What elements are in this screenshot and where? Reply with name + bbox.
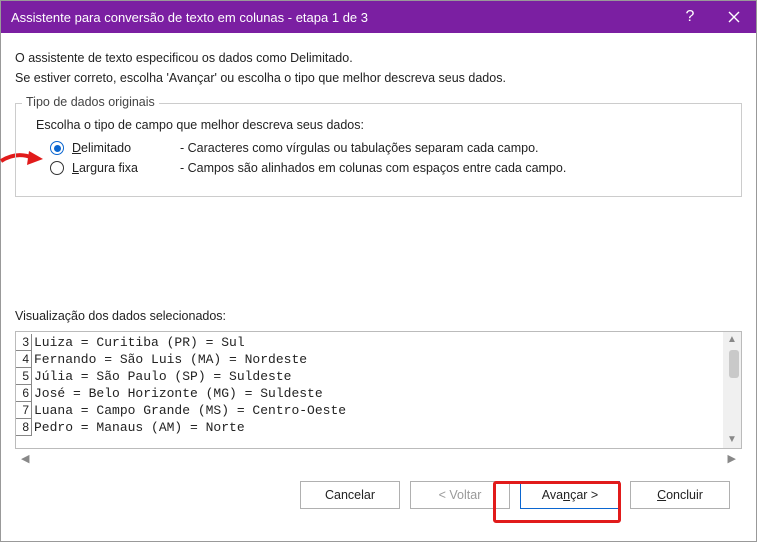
button-row: Cancelar < Voltar Avançar > Concluir xyxy=(15,467,742,509)
preview-horizontal-scrollbar[interactable]: ◀ ▶ xyxy=(15,449,742,467)
scroll-thumb[interactable] xyxy=(729,350,739,378)
group-legend: Tipo de dados originais xyxy=(22,95,159,109)
option-fixed-width-label: Largura fixa xyxy=(72,161,162,175)
preview-label: Visualização dos dados selecionados: xyxy=(15,309,742,323)
cancel-button[interactable]: Cancelar xyxy=(300,481,400,509)
intro-text-2: Se estiver correto, escolha 'Avançar' ou… xyxy=(15,71,742,85)
preview-row: 5Júlia = São Paulo (SP) = Suldeste xyxy=(16,368,723,385)
back-button[interactable]: < Voltar xyxy=(410,481,510,509)
preview-rows: 3Luiza = Curitiba (PR) = Sul 4Fernando =… xyxy=(16,332,723,448)
preview-row: 8Pedro = Manaus (AM) = Norte xyxy=(16,419,723,436)
data-type-group: Tipo de dados originais Escolha o tipo d… xyxy=(15,103,742,197)
preview-row: 6José = Belo Horizonte (MG) = Suldeste xyxy=(16,385,723,402)
choose-text: Escolha o tipo de campo que melhor descr… xyxy=(36,118,729,132)
close-icon xyxy=(728,11,740,23)
intro-text-1: O assistente de texto especificou os dad… xyxy=(15,51,742,65)
scroll-down-icon: ▼ xyxy=(727,435,737,445)
option-delimited[interactable]: Delimitado - Caracteres como vírgulas ou… xyxy=(36,138,729,158)
finish-button[interactable]: Concluir xyxy=(630,481,730,509)
scroll-left-icon: ◀ xyxy=(21,452,29,465)
radio-delimited[interactable] xyxy=(50,141,64,155)
preview-box: 3Luiza = Curitiba (PR) = Sul 4Fernando =… xyxy=(15,331,742,449)
next-button[interactable]: Avançar > xyxy=(520,481,620,509)
option-fixed-width-desc: - Campos são alinhados em colunas com es… xyxy=(170,161,566,175)
preview-row: 3Luiza = Curitiba (PR) = Sul xyxy=(16,334,723,351)
preview-row: 4Fernando = São Luis (MA) = Nordeste xyxy=(16,351,723,368)
dialog-content: O assistente de texto especificou os dad… xyxy=(1,33,756,509)
close-button[interactable] xyxy=(712,1,756,33)
option-fixed-width[interactable]: Largura fixa - Campos são alinhados em c… xyxy=(36,158,729,178)
wizard-dialog: Assistente para conversão de texto em co… xyxy=(0,0,757,542)
preview-row: 7Luana = Campo Grande (MS) = Centro-Oest… xyxy=(16,402,723,419)
help-button[interactable]: ? xyxy=(668,1,712,33)
scroll-right-icon: ▶ xyxy=(728,452,736,465)
scroll-up-icon: ▲ xyxy=(727,335,737,345)
option-delimited-label: Delimitado xyxy=(72,141,162,155)
radio-fixed-width[interactable] xyxy=(50,161,64,175)
dialog-title: Assistente para conversão de texto em co… xyxy=(11,10,668,25)
preview-vertical-scrollbar[interactable]: ▲ ▼ xyxy=(723,332,741,448)
titlebar: Assistente para conversão de texto em co… xyxy=(1,1,756,33)
option-delimited-desc: - Caracteres como vírgulas ou tabulações… xyxy=(170,141,539,155)
